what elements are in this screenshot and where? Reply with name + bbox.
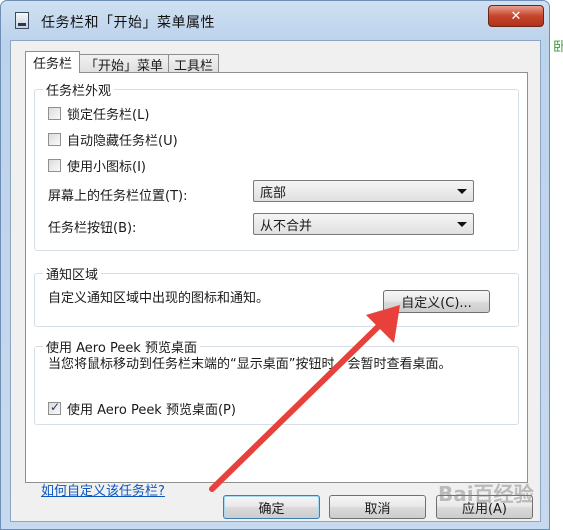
annotation-arrow-shaft: [209, 317, 388, 492]
tab-taskbar[interactable]: 任务栏: [25, 51, 81, 73]
annotation-arrow: [209, 305, 400, 492]
watermark-logo: Bai百经验: [438, 482, 534, 506]
